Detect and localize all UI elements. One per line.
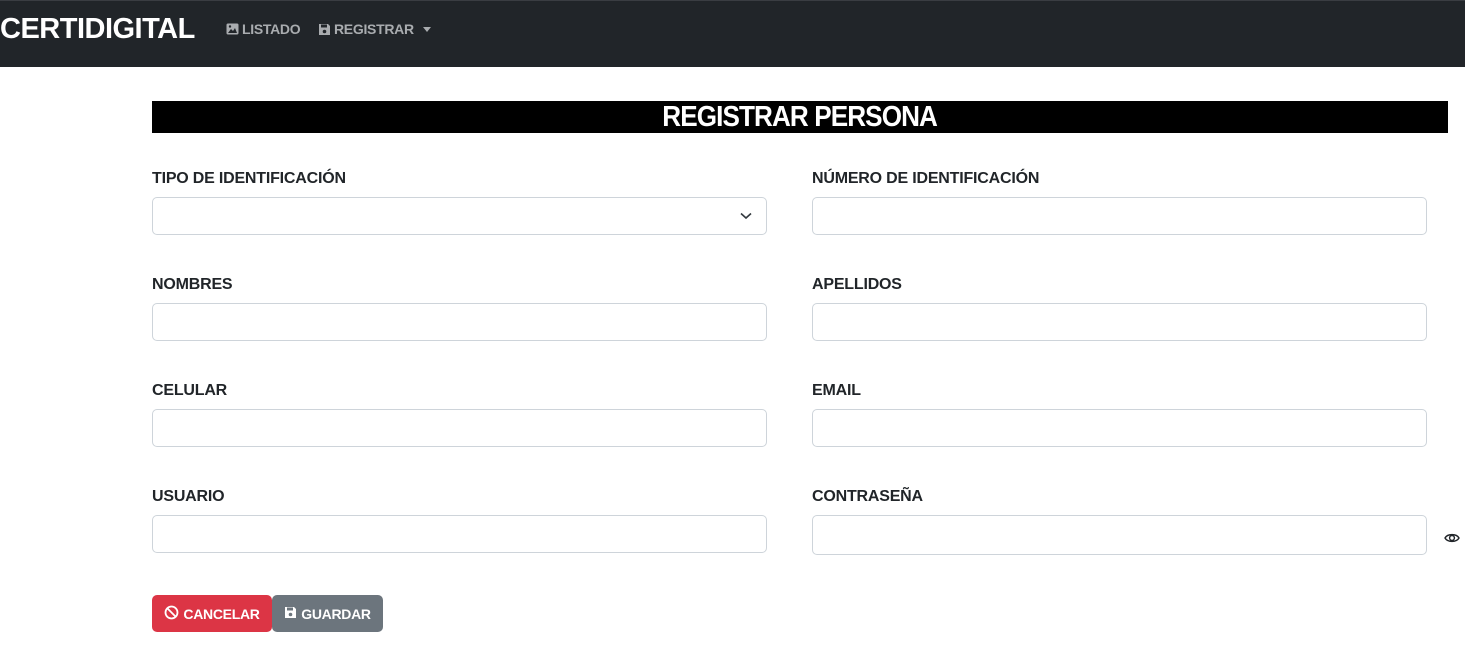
- cancel-button[interactable]: CANCELAR: [152, 595, 272, 632]
- nombres-label: NOMBRES: [152, 276, 233, 293]
- nav-link-listado[interactable]: LISTADO: [226, 20, 301, 38]
- nav-dropdown-registrar[interactable]: REGISTRAR: [318, 20, 431, 38]
- save-icon: [284, 606, 297, 622]
- celular-input[interactable]: [152, 409, 767, 447]
- eye-icon[interactable]: [1444, 531, 1460, 549]
- nav-link-label: REGISTRAR: [334, 21, 414, 37]
- numero-identificacion-label: NÚMERO DE IDENTIFICACIÓN: [812, 170, 1040, 187]
- celular-label: CELULAR: [152, 382, 228, 399]
- ban-icon: [164, 605, 179, 623]
- save-button-label: GUARDAR: [301, 605, 371, 622]
- email-input[interactable]: [812, 409, 1427, 447]
- image-icon: [226, 23, 239, 35]
- email-label: EMAIL: [812, 382, 861, 399]
- nav-link-label: LISTADO: [242, 21, 301, 37]
- save-button[interactable]: GUARDAR: [272, 595, 383, 632]
- apellidos-input[interactable]: [812, 303, 1427, 341]
- tipo-identificacion-label: TIPO DE IDENTIFICACIÓN: [152, 170, 346, 187]
- usuario-input[interactable]: [152, 515, 767, 553]
- cancel-button-label: CANCELAR: [183, 605, 260, 622]
- save-icon: [318, 23, 331, 36]
- page-title: REGISTRAR PERSONA: [152, 101, 1448, 133]
- contrasena-input[interactable]: [812, 515, 1427, 555]
- brand-logo[interactable]: CERTIDIGITAL: [0, 13, 195, 46]
- apellidos-label: APELLIDOS: [812, 276, 902, 293]
- chevron-down-icon: [740, 212, 752, 220]
- usuario-label: USUARIO: [152, 488, 225, 505]
- caret-down-icon: [422, 26, 431, 32]
- nombres-input[interactable]: [152, 303, 767, 341]
- tipo-identificacion-select[interactable]: [152, 197, 767, 235]
- contrasena-label: CONTRASEÑA: [812, 488, 923, 505]
- numero-identificacion-input[interactable]: [812, 197, 1427, 235]
- page-title-text: REGISTRAR PERSONA: [662, 101, 939, 133]
- top-navbar: CERTIDIGITAL LISTADO REGISTRAR: [0, 0, 1465, 67]
